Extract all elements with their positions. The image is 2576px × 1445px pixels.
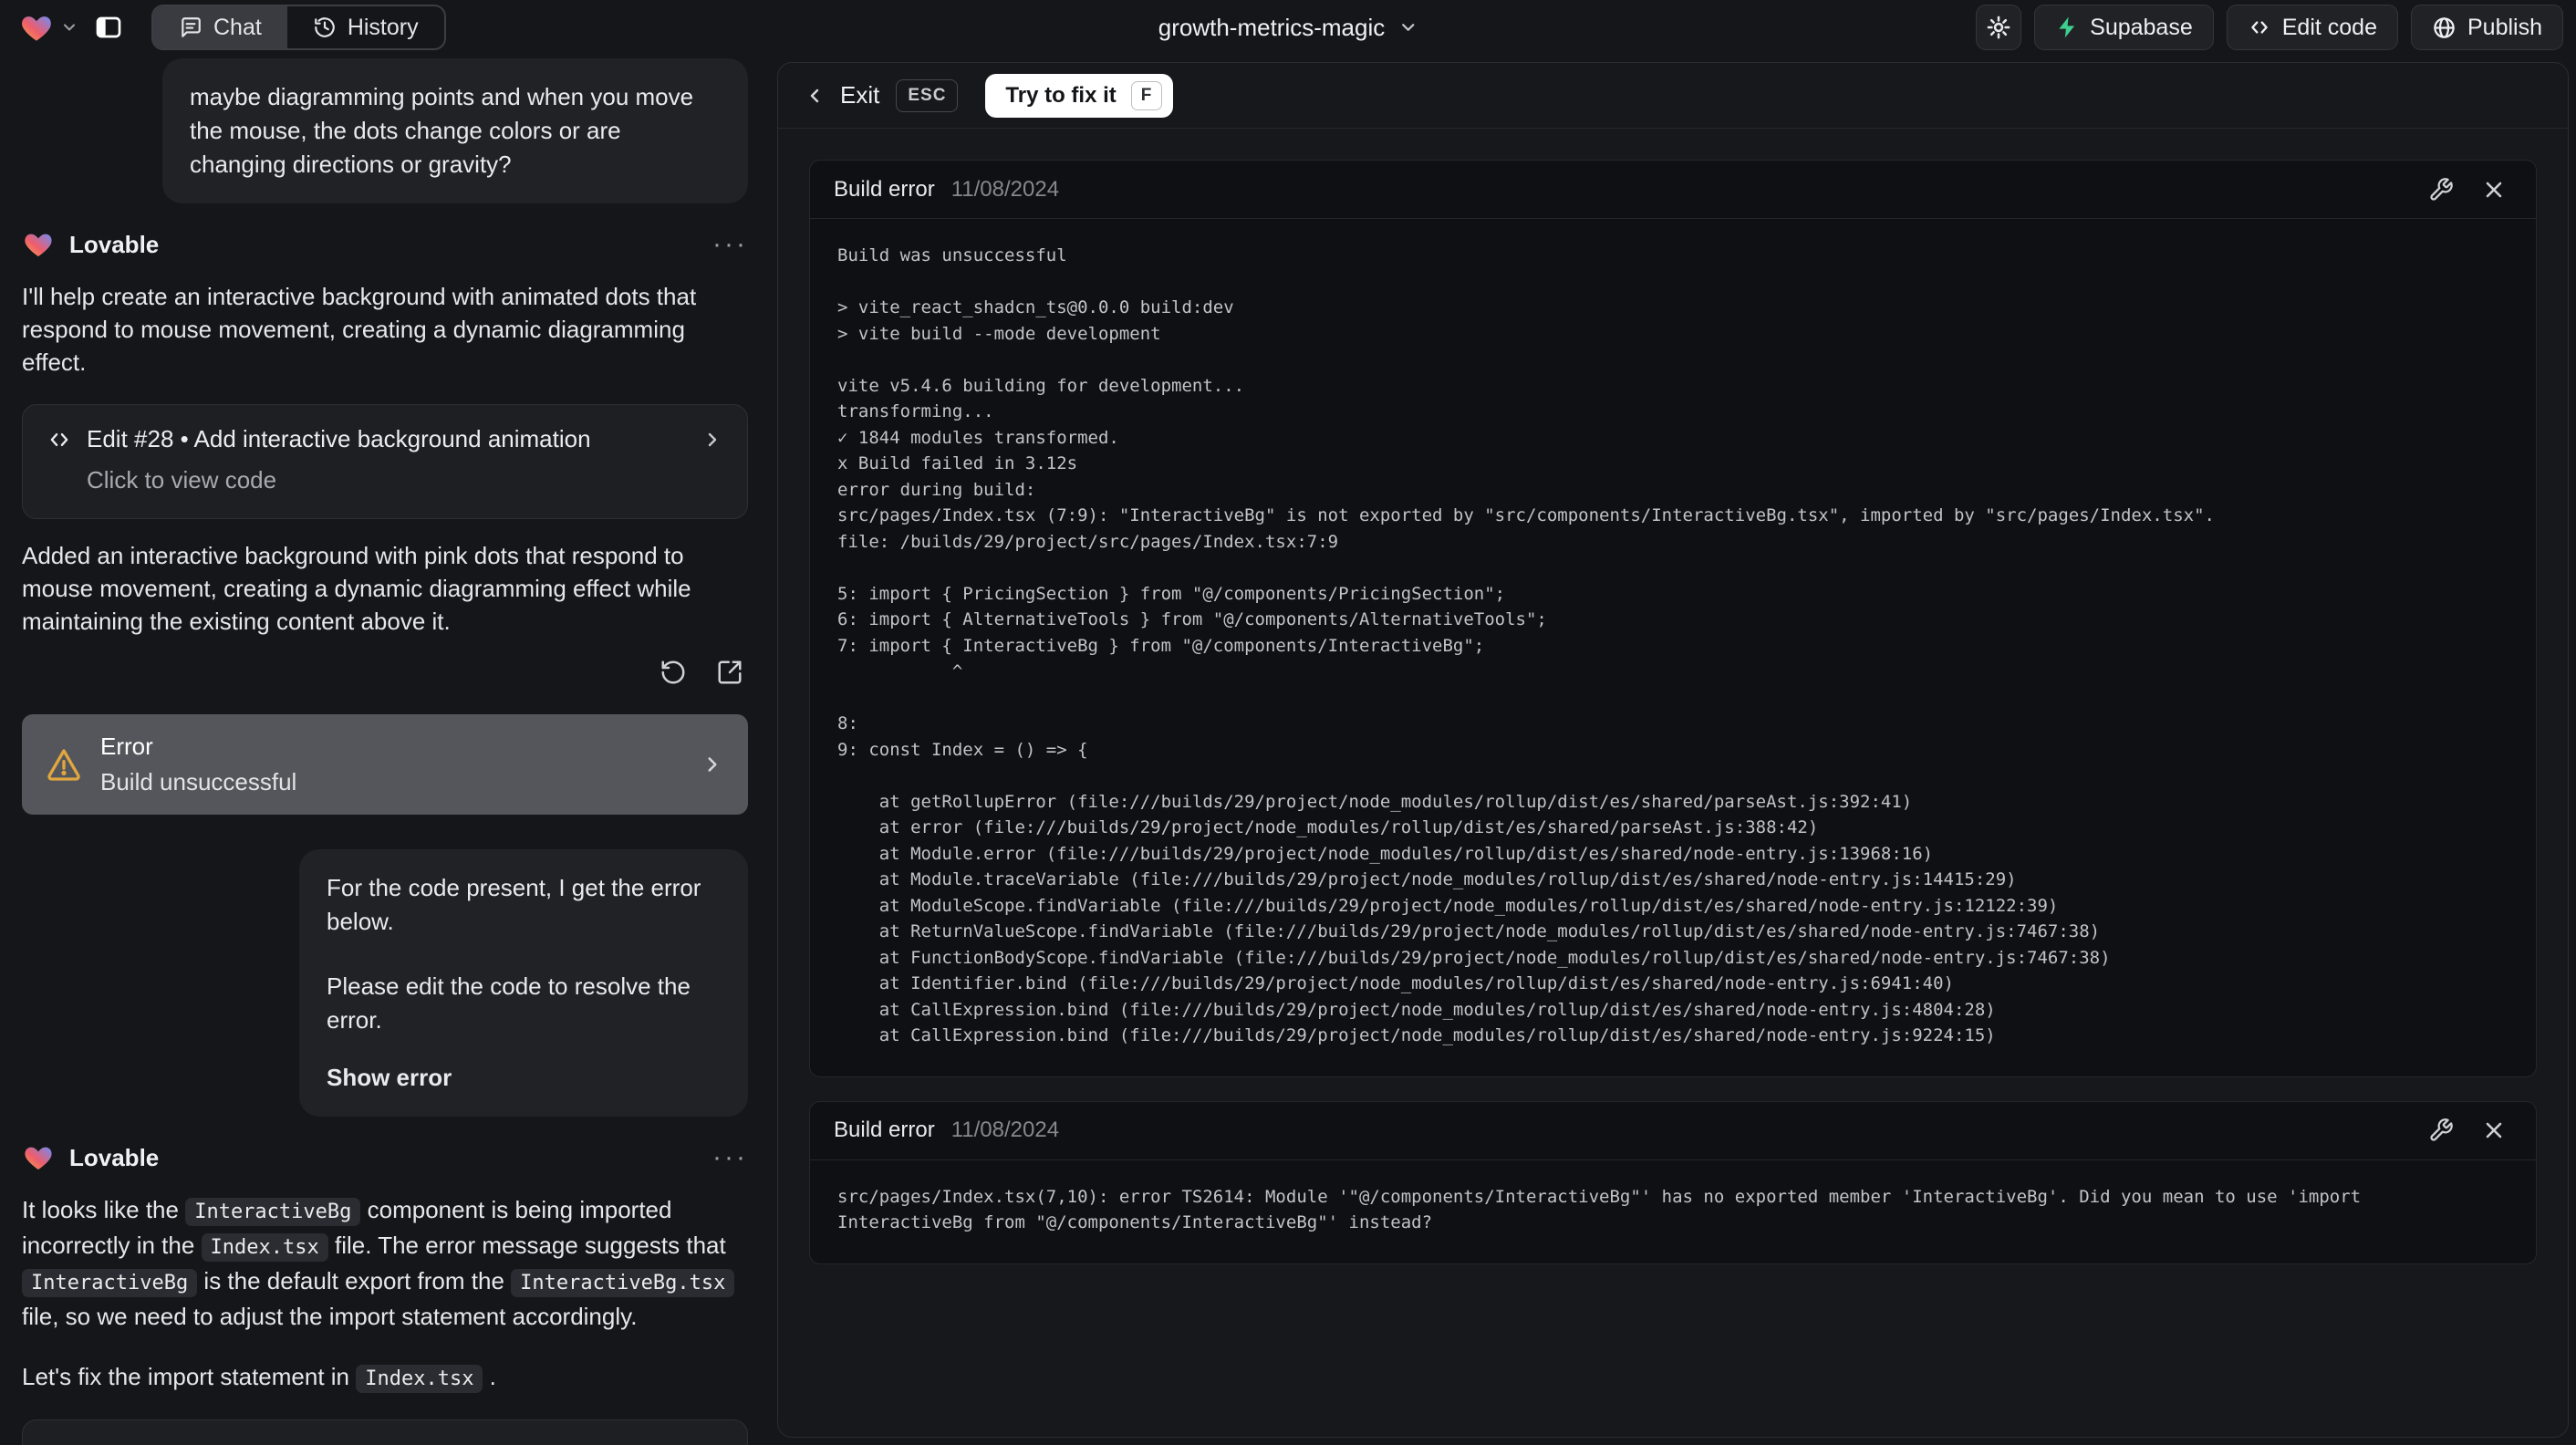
open-preview-button[interactable] xyxy=(712,654,748,691)
supabase-label: Supabase xyxy=(2090,14,2193,40)
close-icon xyxy=(2481,177,2507,203)
inline-code: InteractiveBg xyxy=(22,1269,198,1297)
edit-card-28[interactable]: Edit #28 • Add interactive background an… xyxy=(22,404,748,519)
panel-left-icon xyxy=(94,13,123,42)
exit-label: Exit xyxy=(840,81,880,109)
message-menu-button[interactable]: ··· xyxy=(712,231,748,258)
chat-panel: maybe diagramming points and when you mo… xyxy=(0,55,764,1445)
try-to-fix-button[interactable]: Try to fix it F xyxy=(985,73,1174,118)
external-link-icon xyxy=(716,659,743,686)
assistant-name: Lovable xyxy=(69,230,160,258)
f-key-badge: F xyxy=(1130,80,1163,110)
chevron-left-icon xyxy=(804,85,826,107)
inline-code: Index.tsx xyxy=(201,1233,328,1262)
code-brackets-icon xyxy=(2248,16,2271,39)
user-message-bubble: For the code present, I get the error be… xyxy=(299,849,748,1117)
lovable-heart-icon xyxy=(22,229,55,260)
chevron-down-icon xyxy=(1397,17,1418,37)
build-log: src/pages/Index.tsx(7,10): error TS2614:… xyxy=(837,1186,2362,1233)
assistant-text: Added an interactive background with pin… xyxy=(22,542,691,635)
publish-label: Publish xyxy=(2467,14,2542,40)
code-brackets-icon xyxy=(47,427,72,452)
assistant-name: Lovable xyxy=(69,1143,160,1171)
tab-chat[interactable]: Chat xyxy=(153,6,287,48)
user-message-bubble: maybe diagramming points and when you mo… xyxy=(162,58,748,203)
build-error-card[interactable]: Error Build unsuccessful xyxy=(22,714,748,815)
code-brackets-icon xyxy=(47,1442,72,1445)
build-error-title: Build error xyxy=(834,176,935,202)
chat-history-tab-group: Chat History xyxy=(151,5,446,50)
edit-code-label: Edit code xyxy=(2281,14,2377,40)
build-log: Build was unsuccessful > vite_react_shad… xyxy=(837,245,2215,1045)
settings-button[interactable] xyxy=(1976,5,2022,50)
globe-icon xyxy=(2432,16,2457,40)
edit-code-button[interactable]: Edit code xyxy=(2226,5,2398,50)
wrench-icon xyxy=(2428,1118,2454,1143)
supabase-icon xyxy=(2055,16,2079,39)
inline-code: InteractiveBg xyxy=(185,1198,361,1226)
show-error-label: Show error xyxy=(327,1064,452,1091)
assistant-text: I'll help create an interactive backgrou… xyxy=(22,283,697,376)
wrench-icon xyxy=(2428,177,2454,203)
chevron-down-icon xyxy=(60,18,78,36)
app-window: Chat History growth-metrics-magic Supaba… xyxy=(0,0,2576,1445)
project-name: growth-metrics-magic xyxy=(1158,13,1386,41)
chevron-right-icon xyxy=(701,429,723,451)
edit-card-29[interactable]: Edit #29 • Fix import error for Interact… xyxy=(22,1419,748,1445)
tab-history[interactable]: History xyxy=(287,6,444,48)
close-error-button[interactable] xyxy=(2476,172,2512,208)
message-actions xyxy=(22,654,748,691)
fix-error-button[interactable] xyxy=(2423,1112,2459,1149)
preview-area: Exit ESC Try to fix it F Build error 11/… xyxy=(764,55,2576,1445)
error-card-subtitle: Build unsuccessful xyxy=(100,768,297,795)
build-error-date: 11/08/2024 xyxy=(950,1118,1060,1142)
supabase-button[interactable]: Supabase xyxy=(2034,5,2214,50)
close-icon xyxy=(2481,1118,2507,1143)
exit-button[interactable]: Exit xyxy=(804,81,879,109)
user-message-line: For the code present, I get the error be… xyxy=(327,874,701,935)
history-clock-icon xyxy=(313,16,337,39)
build-error-panel: Build error 11/08/2024 xyxy=(809,160,2537,1077)
publish-button[interactable]: Publish xyxy=(2411,5,2563,50)
inline-code: Index.tsx xyxy=(356,1365,483,1393)
fix-error-button[interactable] xyxy=(2423,172,2459,208)
edit-card-subtitle: Click to view code xyxy=(87,466,277,494)
chevron-right-icon xyxy=(701,753,724,776)
lovable-heart-icon xyxy=(18,11,55,45)
close-error-button[interactable] xyxy=(2476,1112,2512,1149)
assistant-message-header: Lovable ··· xyxy=(22,1142,748,1173)
tab-history-label: History xyxy=(347,14,419,40)
inline-code: InteractiveBg.tsx xyxy=(511,1269,735,1297)
gear-icon xyxy=(1986,15,2011,40)
fix-panel-header: Exit ESC Try to fix it F xyxy=(778,63,2568,129)
tab-chat-label: Chat xyxy=(213,14,262,40)
error-list: Build error 11/08/2024 Build was unsucce… xyxy=(778,129,2568,1437)
edit-card-title: Edit #28 • Add interactive background an… xyxy=(87,425,591,452)
error-overlay-panel: Exit ESC Try to fix it F Build error 11/… xyxy=(777,62,2569,1438)
restore-icon xyxy=(660,659,687,686)
user-message-line: Please edit the code to resolve the erro… xyxy=(327,972,691,1034)
message-menu-button[interactable]: ··· xyxy=(712,1144,748,1171)
lovable-logo-menu[interactable] xyxy=(18,11,78,45)
assistant-message-header: Lovable ··· xyxy=(22,229,748,260)
sidebar-toggle-button[interactable] xyxy=(88,6,130,48)
esc-key-badge: ESC xyxy=(896,78,959,112)
assistant-text-rich: It looks like the InteractiveBg componen… xyxy=(22,1193,748,1333)
warning-triangle-icon xyxy=(46,746,82,783)
top-bar: Chat History growth-metrics-magic Supaba… xyxy=(0,0,2576,55)
assistant-text-rich: Let's fix the import statement in Index.… xyxy=(22,1360,748,1396)
build-error-title: Build error xyxy=(834,1118,935,1142)
build-error-panel: Build error 11/08/2024 xyxy=(809,1100,2537,1264)
chat-bubble-icon xyxy=(179,16,203,39)
lovable-heart-icon xyxy=(22,1142,55,1173)
edit-card-title: Edit #29 • Fix import error for Interact… xyxy=(87,1440,687,1445)
project-switcher[interactable]: growth-metrics-magic xyxy=(1158,0,1418,55)
restore-button[interactable] xyxy=(655,654,691,691)
try-to-fix-label: Try to fix it xyxy=(1005,82,1117,108)
build-error-date: 11/08/2024 xyxy=(950,176,1060,202)
error-card-title: Error xyxy=(100,733,153,760)
